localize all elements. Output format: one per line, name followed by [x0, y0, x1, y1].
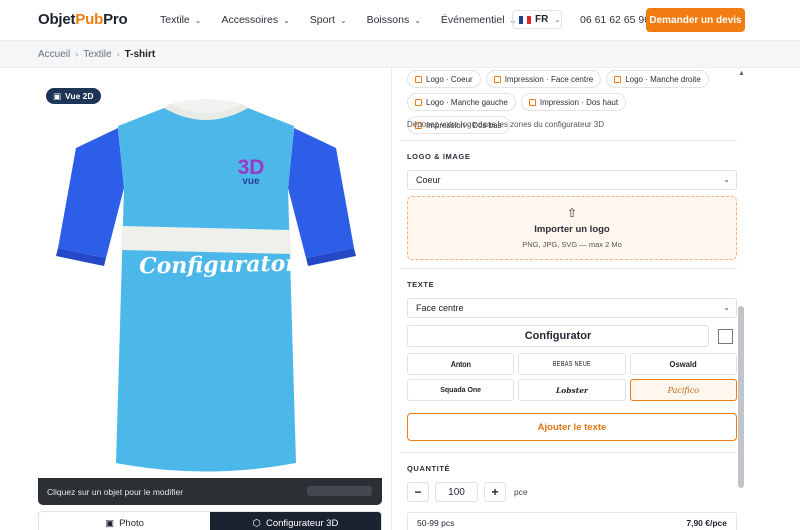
tab-photo[interactable]: ▣ Photo: [39, 512, 210, 530]
price-tier-value: 7,90 €/pce: [686, 518, 727, 528]
zone-icon: [493, 75, 501, 83]
quantity-stepper: − 100 + pce: [407, 482, 528, 502]
font-anton-button[interactable]: Anton: [407, 353, 515, 375]
breadcrumb: Accueil › Textile › T-shirt: [0, 40, 800, 68]
chevron-down-icon: ⌄: [194, 15, 202, 25]
breadcrumb-home[interactable]: Accueil: [38, 49, 70, 60]
shirt-print-text[interactable]: Configurator: [118, 250, 318, 280]
font-pacifico-button[interactable]: Pacifico: [629, 379, 737, 401]
text-zone-select[interactable]: Face centre ⌄: [407, 298, 737, 318]
divider: [400, 140, 737, 141]
font-oswald-button[interactable]: Oswald: [629, 353, 737, 375]
decrease-quantity-button[interactable]: −: [407, 482, 429, 502]
upload-icon: ⇧: [566, 206, 578, 220]
text-section-title: TEXTE: [407, 280, 435, 289]
scrollbar-thumb[interactable]: [738, 306, 744, 488]
font-lobster-button[interactable]: Lobster: [518, 379, 626, 401]
logo-3d-vue[interactable]: 3D vue: [234, 157, 268, 187]
phone-number[interactable]: 06 61 62 65 90: [580, 14, 650, 26]
add-text-button[interactable]: Ajouter le texte: [407, 413, 737, 441]
france-flag-icon: [519, 15, 531, 24]
increase-quantity-button[interactable]: +: [484, 482, 506, 502]
zone-icon: [614, 75, 622, 83]
top-header: ObjetPubPro Textile ⌄ Accessoires ⌄ Sport ⌄…: [0, 0, 800, 40]
zone-chip[interactable]: Impression · Face centre: [485, 70, 602, 88]
cube-icon: ⬡: [252, 517, 261, 529]
upload-formats: PNG, JPG, SVG — max 2 Mo: [522, 240, 622, 249]
zone-chip[interactable]: Logo · Manche gauche: [407, 93, 516, 111]
image-icon: ▣: [105, 517, 115, 529]
chevron-down-icon: ⌄: [339, 15, 347, 25]
zone-chip[interactable]: Logo · Manche droite: [606, 70, 709, 88]
text-color-picker[interactable]: [718, 329, 733, 344]
site-logo[interactable]: ObjetPubPro: [38, 11, 128, 28]
text-input[interactable]: Configurator: [407, 325, 709, 347]
chevron-down-icon: ⌄: [554, 16, 561, 24]
chevron-right-icon: ›: [75, 49, 79, 59]
chevron-down-icon: ⌄: [723, 303, 730, 312]
view-tabs: ▣ Photo ⬡ Configurateur 3D: [38, 511, 382, 530]
view-2d-badge[interactable]: ▣ Vue 2D: [46, 88, 101, 104]
scroll-up-icon[interactable]: ▲: [738, 70, 745, 77]
price-tier-range: 50-99 pcs: [417, 518, 455, 528]
product-preview: 3D vue Configurator ▣ Vue 2D Cliquez sur…: [38, 78, 382, 505]
configuration-panel: Logo · Coeur Impression · Face centre Lo…: [391, 68, 746, 530]
zone-icon: [528, 98, 536, 106]
quantity-section-title: QUANTITÉ: [407, 464, 451, 473]
price-tier-row: 50-99 pcs 7,90 €/pce: [407, 512, 737, 530]
upload-title: Importer un logo: [534, 224, 610, 235]
zone-chip[interactable]: Impression · Dos haut: [520, 93, 627, 111]
font-options: Anton BEBAS NEUE Oswald Squada One Lobst…: [407, 353, 737, 401]
main-nav: Textile ⌄ Accessoires ⌄ Sport ⌄ Boissons ⌄ É…: [160, 0, 536, 40]
quantity-input[interactable]: 100: [435, 482, 478, 502]
panel-scrollbar[interactable]: ▲: [736, 68, 746, 530]
zone-icon: [415, 98, 422, 106]
divider: [400, 268, 737, 269]
font-squada-button[interactable]: Squada One: [407, 379, 515, 401]
logo-zone-select[interactable]: Coeur ⌄: [407, 170, 737, 190]
zones-note: Déposez votre logo dans les zones du con…: [407, 120, 605, 129]
nav-item-sport[interactable]: Sport ⌄: [310, 14, 347, 26]
divider: [400, 452, 737, 453]
breadcrumb-textile[interactable]: Textile: [83, 49, 111, 60]
nav-item-evenementiel[interactable]: Événementiel ⌄: [441, 14, 516, 26]
hint-bar: Cliquez sur un objet pour le modifier: [38, 478, 382, 505]
zone-icon: [415, 75, 422, 83]
chevron-down-icon: ⌄: [414, 15, 421, 25]
zone-chip[interactable]: Logo · Coeur: [407, 70, 481, 88]
tab-configurateur-3d[interactable]: ⬡ Configurateur 3D: [210, 512, 381, 530]
image-icon: ▣: [53, 90, 62, 101]
tshirt-3d-model[interactable]: [56, 98, 356, 478]
nav-item-boissons[interactable]: Boissons ⌄: [367, 14, 421, 26]
language-selector[interactable]: FR ⌄: [512, 10, 562, 29]
nav-item-accessoires[interactable]: Accessoires ⌄: [221, 14, 289, 26]
chevron-right-icon: ›: [116, 49, 120, 59]
logo-upload-dropzone[interactable]: ⇧ Importer un logo PNG, JPG, SVG — max 2…: [407, 196, 737, 260]
blurred-text: [307, 486, 372, 496]
request-quote-button[interactable]: Demander un devis: [646, 8, 745, 32]
chevron-down-icon: ⌄: [283, 15, 290, 25]
breadcrumb-current: T-shirt: [124, 48, 156, 60]
quantity-unit: pce: [514, 487, 528, 497]
chevron-down-icon: ⌄: [723, 175, 730, 184]
nav-item-textile[interactable]: Textile ⌄: [160, 14, 201, 26]
logo-section-title: LOGO & IMAGE: [407, 152, 471, 161]
font-bebas-button[interactable]: BEBAS NEUE: [518, 353, 626, 375]
